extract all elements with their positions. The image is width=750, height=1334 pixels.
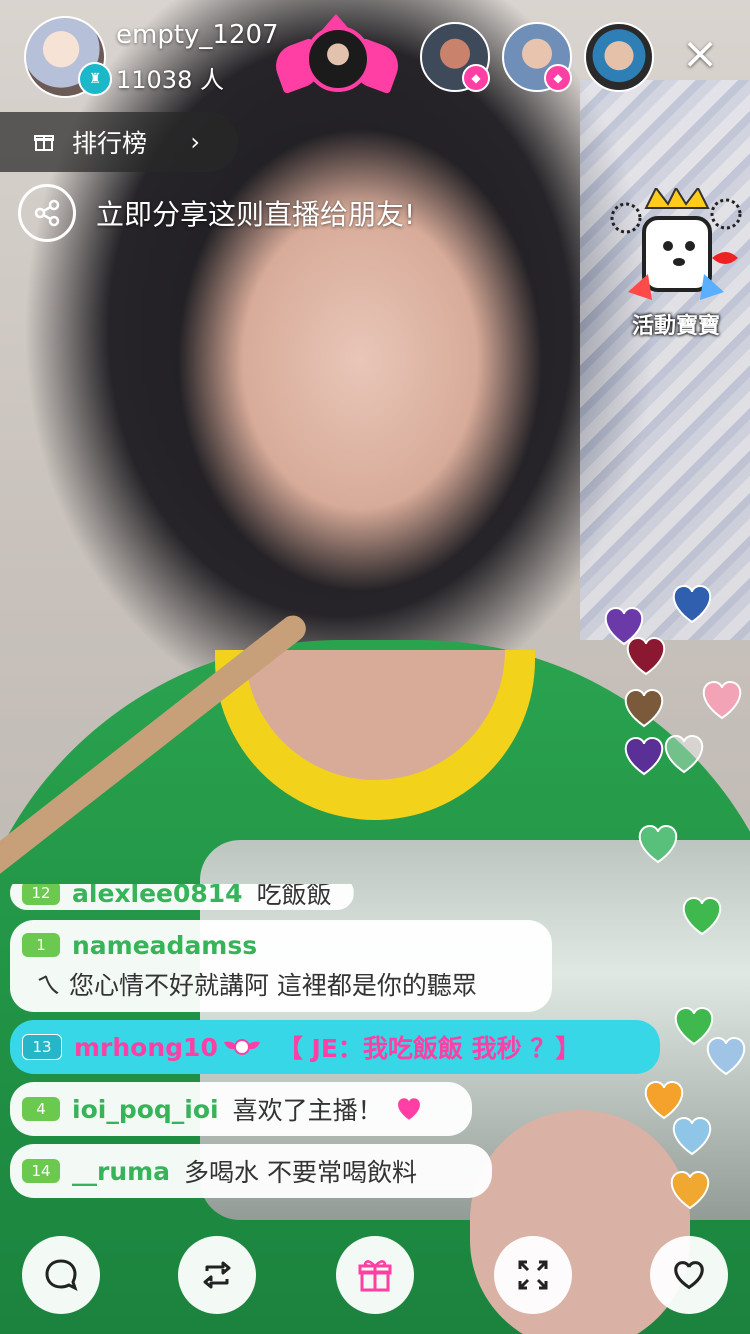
gift-button[interactable] bbox=[336, 1236, 414, 1314]
floating-heart-icon bbox=[702, 680, 742, 720]
user-level-badge: 1 bbox=[22, 933, 60, 957]
viewer-avatar[interactable] bbox=[584, 22, 654, 92]
comment-text: 【 JE：我吃飯飯 我秒 ？】 bbox=[277, 1034, 581, 1063]
user-level-badge: 13 bbox=[22, 1034, 62, 1060]
user-level-badge: 4 bbox=[22, 1097, 60, 1121]
ranking-label: 排行榜 bbox=[72, 129, 148, 158]
floating-heart-icon bbox=[624, 688, 664, 728]
gift-icon bbox=[358, 1260, 392, 1292]
mascot-icon bbox=[610, 185, 742, 300]
diamond-badge-icon: ◆ bbox=[544, 64, 572, 92]
user-level-badge: 14 bbox=[22, 1159, 60, 1183]
event-mascot-button[interactable]: 活動寶寶 bbox=[608, 185, 744, 339]
comment-item: 14 __ruma 多喝水 不要常喝飲料 bbox=[10, 1144, 492, 1198]
chat-icon bbox=[45, 1259, 78, 1291]
floating-heart-icon bbox=[672, 584, 712, 624]
background-curtain bbox=[580, 80, 750, 640]
top-fan-photo bbox=[305, 26, 371, 92]
top-fan-avatar[interactable] bbox=[269, 14, 405, 104]
floating-heart-icon bbox=[664, 734, 704, 774]
floating-heart-icon bbox=[672, 1116, 712, 1156]
comment-username[interactable]: ioi_poq_ioi bbox=[72, 1095, 219, 1124]
viewer-count: 11038 人 bbox=[116, 66, 224, 94]
comment-text: 多喝水 不要常喝飲料 bbox=[184, 1158, 417, 1187]
comment-text: 喜欢了主播！ bbox=[232, 1096, 383, 1125]
diamond-badge-icon: ◆ bbox=[462, 64, 490, 92]
share-text: 立即分享这则直播给朋友! bbox=[96, 198, 416, 231]
heart-icon bbox=[674, 1261, 704, 1290]
comment-text: ㄟ 您心情不好就講阿 這裡都是你的聽眾 bbox=[36, 970, 477, 1000]
share-icon bbox=[18, 184, 76, 242]
fullscreen-icon bbox=[518, 1260, 548, 1290]
angel-wings-badge-icon bbox=[223, 1039, 260, 1055]
event-label: 活動寶寶 bbox=[631, 314, 720, 339]
heart-icon bbox=[397, 1098, 420, 1120]
chevron-right-icon: › bbox=[190, 128, 200, 156]
chat-button[interactable] bbox=[22, 1236, 100, 1314]
comment-username[interactable]: nameadamss bbox=[72, 931, 257, 960]
gift-box-icon bbox=[34, 135, 54, 151]
floating-heart-icon bbox=[626, 636, 666, 676]
comment-username[interactable]: mrhong10 bbox=[74, 1033, 218, 1062]
user-level-badge: 12 bbox=[22, 884, 60, 905]
floating-heart-icon bbox=[624, 736, 664, 776]
share-prompt[interactable]: 立即分享这则直播给朋友! bbox=[18, 184, 415, 242]
floating-heart-icon bbox=[706, 1036, 746, 1076]
floating-heart-icon bbox=[670, 1170, 710, 1210]
like-button[interactable] bbox=[650, 1236, 728, 1314]
comment-item: 4 ioi_poq_ioi 喜欢了主播！ bbox=[10, 1082, 472, 1136]
host-level-badge-icon: ♜ bbox=[78, 62, 112, 96]
ranking-button[interactable]: 排行榜 › bbox=[0, 112, 238, 172]
floating-heart-icon bbox=[682, 896, 722, 936]
share-repost-icon bbox=[203, 1261, 231, 1289]
floating-heart-icon bbox=[638, 824, 678, 864]
close-button[interactable]: × bbox=[676, 30, 724, 78]
fullscreen-button[interactable] bbox=[494, 1236, 572, 1314]
comment-item-highlighted: 13 mrhong10 【 JE：我吃飯飯 我秒 ？】 bbox=[10, 1020, 660, 1074]
host-name[interactable]: empty_1207 bbox=[116, 20, 279, 50]
floating-heart-icon bbox=[644, 1080, 684, 1120]
comment-item: 1 nameadamss ㄟ 您心情不好就講阿 這裡都是你的聽眾 bbox=[10, 920, 552, 1012]
comment-username[interactable]: __ruma bbox=[72, 1157, 170, 1186]
repost-button[interactable] bbox=[178, 1236, 256, 1314]
